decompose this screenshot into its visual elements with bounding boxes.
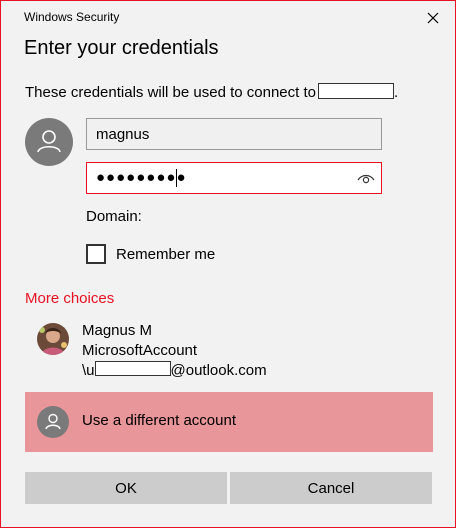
account-photo (37, 323, 69, 355)
dialog-heading: Enter your credentials (24, 37, 219, 59)
domain-label: Domain: (86, 208, 142, 225)
text-caret (176, 169, 177, 187)
more-choices-link[interactable]: More choices (25, 290, 114, 307)
eye-icon (357, 174, 375, 184)
remember-me-checkbox[interactable]: Remember me (86, 243, 215, 265)
password-input[interactable]: ●●●●●●●●● (86, 162, 382, 194)
remember-me-label: Remember me (116, 245, 216, 263)
password-masked: ●●●●●●●●● (96, 169, 187, 186)
close-button[interactable] (423, 8, 443, 28)
reveal-password-button[interactable] (356, 169, 376, 189)
window-title: Windows Security (24, 10, 120, 24)
ok-button[interactable]: OK (25, 472, 227, 504)
close-icon (427, 12, 439, 24)
different-account-label: Use a different account (82, 412, 236, 429)
redacted-email (94, 361, 171, 376)
info-line: These credentials will be used to connec… (25, 83, 398, 101)
use-different-account-option[interactable]: Use a different account (25, 392, 433, 452)
account-email-prefix: \u (82, 362, 95, 379)
profile-photo-icon (37, 323, 69, 355)
account-type: MicrosoftAccount (82, 342, 198, 359)
info-suffix: . (394, 84, 399, 101)
cancel-button[interactable]: Cancel (230, 472, 432, 504)
account-name: Magnus M (82, 322, 153, 339)
account-details: Magnus M MicrosoftAccount \u @outlook.com (82, 321, 267, 381)
user-icon (37, 130, 61, 153)
redacted-target (318, 83, 394, 99)
username-input[interactable] (86, 118, 382, 150)
different-account-avatar (37, 406, 69, 438)
account-email: \u @outlook.com (82, 361, 267, 381)
account-option-magnus[interactable]: Magnus M MicrosoftAccount \u @outlook.com (25, 317, 433, 387)
account-email-suffix: @outlook.com (170, 362, 267, 379)
user-icon (45, 413, 61, 430)
info-text: These credentials will be used to connec… (25, 84, 316, 101)
user-avatar (25, 118, 73, 166)
credentials-dialog: Windows Security Enter your credentials … (0, 0, 456, 528)
checkbox-box[interactable] (86, 244, 106, 264)
